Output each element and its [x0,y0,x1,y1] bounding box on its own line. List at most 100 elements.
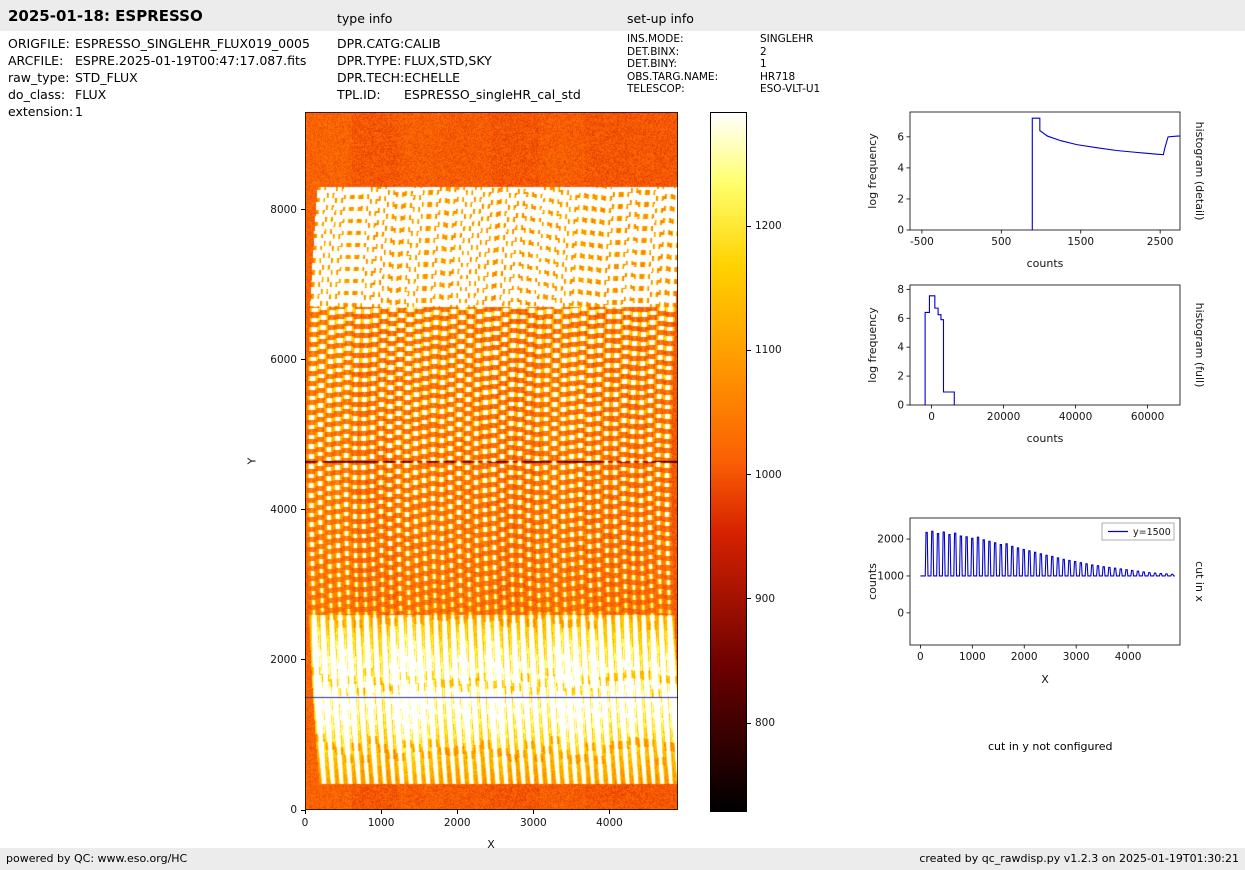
colorbar-tick-mark [747,598,751,600]
hist-full-yaxis-label: log frequency [866,307,879,383]
type-info-key: DPR.TYPE: [337,53,402,68]
colorbar-tick-label: 1200 [755,220,782,233]
type-info-value: CALIB [404,36,441,51]
main-y-tick-mark [301,809,305,811]
hist-detail-xaxis-label: counts [1027,257,1064,270]
hist-full-x-tick-label: 60000 [1131,411,1164,423]
setup-info-key: TELESCOP: [627,83,685,95]
hist-detail-y-tick-label: 6 [897,131,904,143]
cut-x-x-tick-label: 3000 [1063,651,1090,663]
setup-info-row: DET.BINX: 2 [627,46,820,59]
hist-detail-y-tick-label: 2 [897,193,904,205]
footer-left-text: powered by QC: www.eso.org/HC [6,852,188,865]
main-y-tick-mark [301,659,305,661]
type-info-value: ESPRESSO_singleHR_cal_std [404,87,581,102]
setup-info-row: OBS.TARG.NAME: HR718 [627,71,820,84]
hist-full-x-tick-label: 0 [928,411,935,423]
type-info-heading: type info [337,11,393,26]
main-y-tick-label: 4000 [270,503,297,516]
cut-x-y-tick-label: 0 [897,607,904,619]
main-y-tick-label: 0 [290,804,297,816]
main-x-tick-label: 1000 [367,817,395,829]
cut-in-x-chart: 0 1000 2000 3000 4000 0 1000 2000 Xcounts cut in … [860,506,1206,692]
file-info-key: extension: [8,104,74,119]
cut-x-x-tick-label: 1000 [959,651,986,663]
hist-full-y-tick-label: 0 [897,400,904,412]
type-info-row: DPR.TECH: ECHELLE [337,69,581,86]
setup-info-row: TELESCOP: ESO-VLT-U1 [627,83,820,96]
file-info-value: ESPRE.2025-01-19T00:47:17.087.fits [75,53,307,68]
raw-frame-image [305,112,678,810]
cut-x-y-tick-label: 2000 [877,534,904,546]
file-info-value: 1 [75,104,83,119]
footer-right-text: created by qc_rawdisp.py v1.2.3 on 2025-… [919,852,1239,865]
type-info-block: DPR.CATG: CALIB DPR.TYPE: FLUX,STD,SKY DPR.T… [337,35,581,103]
hist-full-y-tick-label: 4 [897,342,904,354]
cut-x-x-tick-label: 2000 [1011,651,1038,663]
hist-full-x-tick-label: 40000 [1059,411,1092,423]
cut-in-y-note: cut in y not configured [988,740,1113,753]
colorbar [710,112,747,812]
setup-info-row: DET.BINY: 1 [627,58,820,71]
colorbar-tick-label: 900 [755,592,776,605]
hist-full-right-label: histogram (full) [1193,303,1205,388]
file-info-key: do_class: [8,87,66,102]
cut-x-right-label: cut in x [1193,561,1205,602]
type-info-row: DPR.TYPE: FLUX,STD,SKY [337,52,581,69]
setup-info-key: INS.MODE: [627,33,684,45]
setup-info-heading: set-up info [627,11,694,26]
main-x-tick-mark [532,810,534,814]
type-info-key: TPL.ID: [337,87,381,102]
hist-detail-frame [909,111,1181,231]
file-info-row: extension: 1 [8,103,310,120]
setup-info-key: DET.BINX: [627,45,680,58]
colorbar-tick-label: 800 [755,717,776,730]
histogram-detail-chart: -500 500 1500 2500 0 2 4 6 counts log frequency hi… [860,100,1206,276]
cut-x-svg: 0 1000 2000 3000 4000010002000Xcounts cut in … [866,517,1206,686]
main-yaxis-label: Y [245,457,259,465]
main-x-tick-label: 3000 [519,817,547,829]
setup-info-value: ESO-VLT-U1 [760,83,821,95]
colorbar-tick-mark [747,474,751,476]
hist-detail-right-label: histogram (detail) [1193,122,1205,221]
cut-x-yaxis-label: counts [866,563,879,600]
setup-info-value: SINGLEHR [760,33,814,45]
type-info-row: TPL.ID: ESPRESSO_singleHR_cal_std [337,86,581,103]
cut-x-x-tick-label: 4000 [1115,651,1142,663]
main-y-tick-label: 8000 [270,203,297,216]
histogram-full-chart: 0 20000 40000 60000 0 2 4 6 8 counts log frequency… [860,273,1206,451]
setup-info-row: INS.MODE: SINGLEHR [627,33,820,46]
hist-full-frame [909,284,1181,406]
hist-detail-y-tick-label: 0 [897,225,904,237]
file-info-value: FLUX [75,87,107,102]
file-info-row: ARCFILE: ESPRE.2025-01-19T00:47:17.087.fi… [8,52,310,69]
setup-info-block: INS.MODE: SINGLEHR DET.BINX: 2 DET.BINY: 1 OBS… [627,33,820,96]
main-y-tick-label: 2000 [270,653,297,666]
main-x-tick-mark [456,810,458,814]
hist-detail-x-tick-label: 2500 [1147,236,1174,248]
main-y-tick-mark [301,509,305,511]
main-y-tick-mark [301,209,305,211]
file-info-block: ORIGFILE: ESPRESSO_SINGLEHR_FLUX019_0005 A… [8,35,310,120]
hist-detail-x-tick-label: 500 [991,236,1011,248]
file-info-row: ORIGFILE: ESPRESSO_SINGLEHR_FLUX019_0005 [8,35,310,52]
colorbar-tick-mark [747,349,751,351]
file-info-key: ARCFILE: [8,53,64,68]
file-info-key: ORIGFILE: [8,36,70,51]
main-x-tick-label: 2000 [443,817,471,829]
hist-detail-y-tick-label: 4 [897,162,904,174]
type-info-key: DPR.CATG: [337,36,405,51]
hist-full-y-tick-label: 2 [897,371,904,383]
hist-full-y-tick-label: 6 [897,313,904,325]
cut-x-y-tick-label: 1000 [877,570,904,582]
footer-bar: powered by QC: www.eso.org/HC created by… [0,848,1245,870]
setup-info-value: 2 [760,45,767,58]
setup-info-key: DET.BINY: [627,58,677,70]
cut-x-x-tick-label: 0 [917,651,924,663]
page-title: 2025-01-18: ESPRESSO [8,7,203,25]
main-y-tick-label: 6000 [270,353,297,366]
type-info-value: ECHELLE [404,70,460,85]
hist-detail-x-tick-label: 1500 [1067,236,1094,248]
hist-full-xaxis-label: counts [1027,432,1064,445]
colorbar-tick-mark [747,225,751,227]
